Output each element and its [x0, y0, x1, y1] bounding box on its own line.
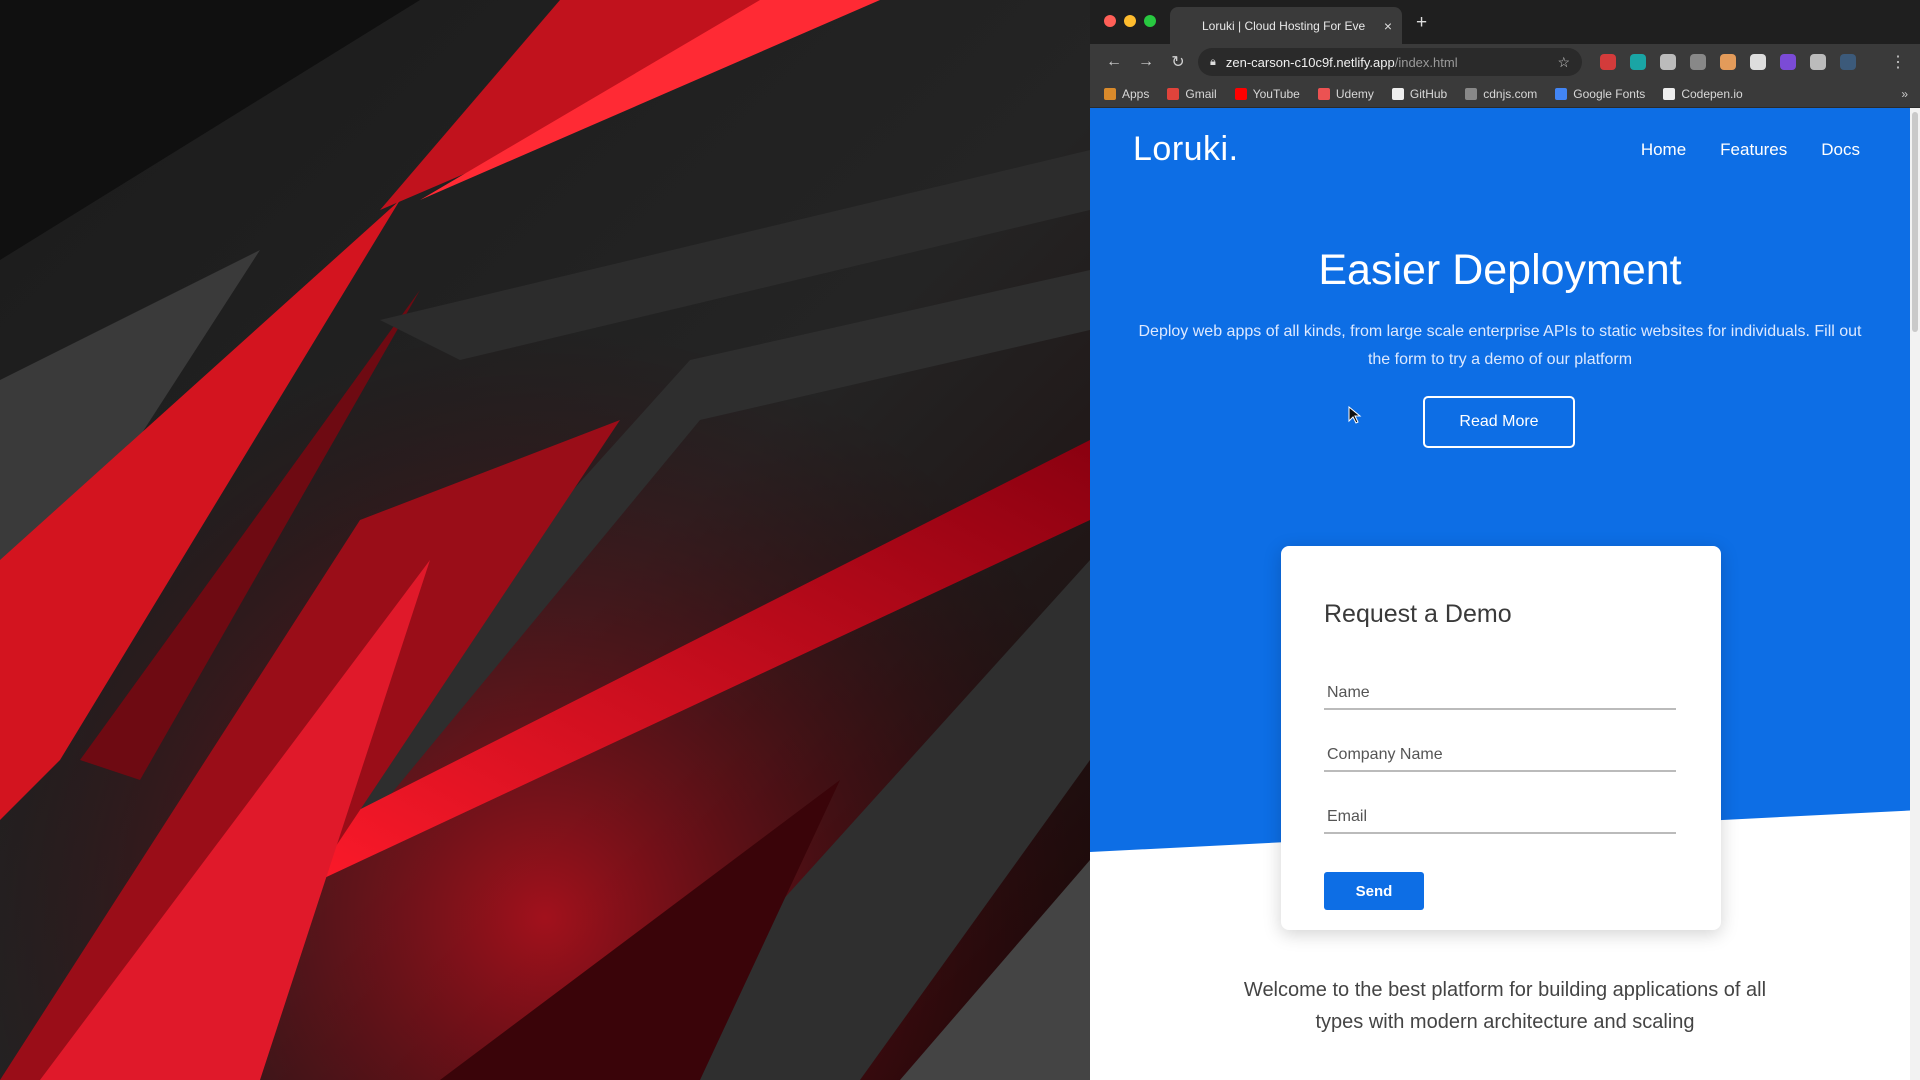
extension-icon[interactable]	[1660, 54, 1676, 70]
close-window-button[interactable]	[1104, 15, 1116, 27]
address-bar[interactable]: 🔒︎ zen-carson-c10c9f.netlify.app/index.h…	[1198, 48, 1582, 76]
bookmark-label: YouTube	[1252, 86, 1300, 101]
back-icon[interactable]: ←	[1098, 53, 1130, 71]
nav-features-link[interactable]: Features	[1720, 140, 1787, 160]
web-page: Loruki. Home Features Docs Easier Deploy…	[1090, 108, 1920, 1080]
url-host: zen-carson-c10c9f.netlify.app	[1225, 54, 1395, 70]
name-field[interactable]	[1324, 674, 1676, 710]
extension-icon[interactable]	[1690, 54, 1706, 70]
bookmark-label: Codepen.io	[1681, 86, 1743, 101]
bookmark-label: Apps	[1122, 86, 1150, 101]
browser-tab[interactable]: Loruki | Cloud Hosting For Eve ×	[1170, 7, 1402, 44]
bookmark-github[interactable]: GitHub	[1391, 86, 1448, 101]
bookmarks-overflow-icon[interactable]: »	[1901, 87, 1908, 101]
bookmark-google-fonts[interactable]: Google Fonts	[1555, 87, 1645, 101]
bookmark-favicon-icon	[1317, 87, 1330, 100]
extension-icon[interactable]	[1720, 54, 1736, 70]
site-nav: Home Features Docs	[1641, 140, 1860, 160]
bookmark-gmail[interactable]: Gmail	[1167, 86, 1217, 101]
desktop-wallpaper	[0, 0, 1090, 1080]
bookmark-favicon-icon	[1391, 87, 1404, 100]
tab-bar: Loruki | Cloud Hosting For Eve × +	[1090, 0, 1920, 44]
email-field[interactable]	[1324, 798, 1676, 834]
nav-docs-link[interactable]: Docs	[1821, 140, 1860, 160]
bookmark-label: Udemy	[1335, 86, 1374, 101]
site-logo[interactable]: Loruki.	[1133, 130, 1239, 169]
send-button[interactable]: Send	[1324, 872, 1424, 910]
extension-icon[interactable]	[1750, 54, 1766, 70]
form-title: Request a Demo	[1324, 600, 1512, 628]
lock-icon: 🔒︎	[1210, 55, 1216, 68]
browser-toolbar: ← → ↻ 🔒︎ zen-carson-c10c9f.netlify.app/i…	[1090, 44, 1920, 80]
extension-icon[interactable]	[1630, 54, 1646, 70]
scrollbar-thumb[interactable]	[1912, 112, 1918, 332]
bookmark-favicon-icon	[1167, 87, 1180, 100]
bookmark-cdnjs-com[interactable]: cdnjs.com	[1465, 87, 1537, 101]
bookmark-codepen-io[interactable]: Codepen.io	[1663, 86, 1743, 101]
bookmarks-bar: Apps Gmail YouTube Udemy GitHub cdnjs.com Goog…	[1090, 80, 1920, 108]
extension-icon[interactable]	[1600, 54, 1616, 70]
forward-icon[interactable]: →	[1130, 53, 1162, 71]
extension-icon[interactable]	[1840, 54, 1856, 70]
minimize-window-button[interactable]	[1124, 15, 1136, 27]
bookmark-favicon-icon	[1555, 87, 1568, 100]
bookmark-favicon-icon	[1465, 87, 1478, 100]
browser-window: Loruki | Cloud Hosting For Eve × + ← → ↻…	[1090, 0, 1920, 1080]
demo-form-card: Request a Demo Send	[1281, 546, 1721, 930]
window-controls	[1104, 15, 1156, 27]
hero-title: Easier Deployment	[1318, 246, 1682, 294]
bookmark-apps[interactable]: Apps	[1104, 87, 1149, 101]
browser-menu-icon[interactable]: ⋮	[1890, 52, 1906, 72]
page-scrollbar[interactable]	[1910, 108, 1920, 1080]
url-path: /index.html	[1394, 54, 1458, 70]
welcome-text: Welcome to the best platform for buildin…	[1243, 979, 1767, 1033]
bookmark-label: Google Fonts	[1573, 86, 1646, 101]
reload-icon[interactable]: ↻	[1162, 52, 1194, 72]
bookmark-favicon-icon	[1663, 87, 1676, 100]
tab-title: Loruki | Cloud Hosting For Eve	[1202, 18, 1366, 33]
bookmark-label: cdnjs.com	[1483, 86, 1538, 101]
mouse-cursor-icon	[1348, 406, 1362, 424]
tab-close-icon[interactable]: ×	[1384, 18, 1392, 34]
maximize-window-button[interactable]	[1144, 15, 1156, 27]
bookmark-favicon-icon	[1104, 87, 1116, 100]
hero-description: Deploy web apps of all kinds, from large…	[1138, 323, 1862, 368]
company-name-field[interactable]	[1324, 736, 1676, 772]
new-tab-button[interactable]: +	[1416, 12, 1427, 34]
extension-icon[interactable]	[1780, 54, 1796, 70]
bookmark-favicon-icon	[1234, 87, 1247, 100]
bookmark-udemy[interactable]: Udemy	[1317, 86, 1374, 101]
bookmark-star-icon[interactable]: ☆	[1557, 54, 1570, 71]
bookmark-youtube[interactable]: YouTube	[1234, 86, 1300, 101]
read-more-button[interactable]: Read More	[1423, 396, 1575, 448]
nav-home-link[interactable]: Home	[1641, 140, 1686, 160]
bookmark-label: GitHub	[1409, 86, 1448, 101]
extensions-area	[1600, 54, 1856, 70]
extension-icon[interactable]	[1810, 54, 1826, 70]
bookmark-label: Gmail	[1185, 86, 1217, 101]
